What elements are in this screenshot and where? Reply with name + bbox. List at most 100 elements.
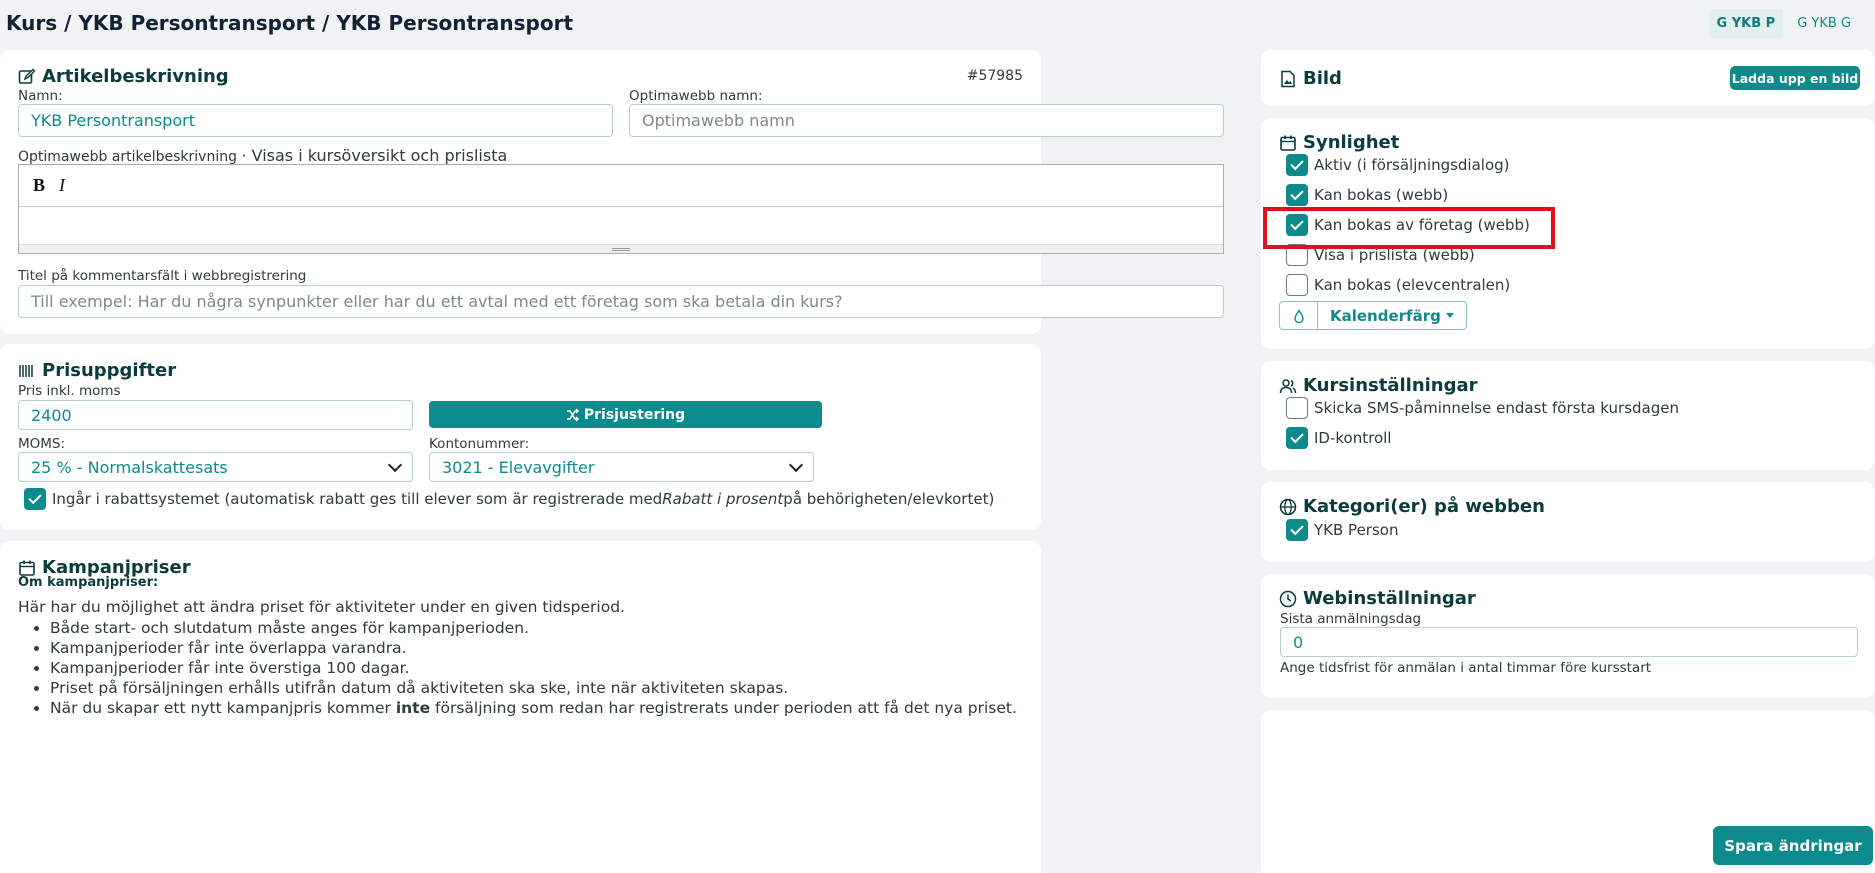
- article-heading: Artikelbeskrivning: [18, 66, 229, 87]
- article-card: Artikelbeskrivning #57985 Namn: YKB Pers…: [0, 50, 1224, 334]
- tab-g-ykb-g[interactable]: G YKB G: [1789, 9, 1859, 38]
- image-card: Bild Ladda upp en bild: [1261, 50, 1875, 106]
- breadcrumb-title: Kurs / YKB Persontransport / YKB Persont…: [6, 11, 574, 35]
- grip-icon: [612, 247, 630, 251]
- web-settings-title: Webinställningar: [1303, 588, 1476, 609]
- name-label: Namn:: [18, 88, 63, 104]
- clock-icon: [1279, 590, 1297, 607]
- id-check-row: ID-kontroll: [1286, 427, 1391, 449]
- campaign-subtitle: Om kampanjpriser:: [18, 575, 159, 590]
- discount-text-2: på behörigheten/elevkortet): [783, 490, 995, 508]
- chevron-down-icon: [387, 457, 403, 472]
- article-title: Artikelbeskrivning: [42, 66, 229, 87]
- list-item: Kampanjperioder får inte överstiga 100 d…: [50, 658, 1050, 678]
- price-card: Prisuppgifter Pris inkl. moms 2400 Prisj…: [0, 344, 1041, 530]
- list-item: När du skapar ett nytt kampanjpris komme…: [50, 698, 1050, 718]
- optima-name-label: Optimawebb namn:: [629, 88, 763, 104]
- top-bar: Kurs / YKB Persontransport / YKB Persont…: [0, 0, 1875, 46]
- price-input[interactable]: 2400: [18, 400, 413, 430]
- categories-card: Kategori(er) på webben YKB Person: [1261, 482, 1875, 562]
- deadline-label: Sista anmälningsdag: [1280, 611, 1422, 627]
- visibility-item-active: Aktiv (i försäljningsdialog): [1286, 154, 1510, 176]
- name-input[interactable]: YKB Persontransport: [18, 104, 613, 137]
- article-id: #57985: [966, 68, 1023, 84]
- student-center-checkbox[interactable]: [1286, 274, 1308, 296]
- droplet-icon[interactable]: [1280, 302, 1318, 329]
- editor-toolbar: B I: [19, 165, 1223, 207]
- active-checkbox[interactable]: [1286, 154, 1308, 176]
- users-icon: [1279, 378, 1297, 393]
- file-image-icon: [1281, 70, 1295, 87]
- visibility-title: Synlighet: [1303, 132, 1400, 153]
- bookable-web-checkbox[interactable]: [1286, 184, 1308, 206]
- comment-label: Titel på kommentarsfält i webbregistreri…: [18, 268, 307, 284]
- course-settings-heading: Kursinställningar: [1279, 375, 1478, 396]
- visibility-item-student-center: Kan bokas (elevcentralen): [1286, 274, 1510, 296]
- price-heading: Prisuppgifter: [18, 360, 176, 381]
- vat-select[interactable]: 25 % - Normalskattesats: [18, 452, 413, 482]
- campaign-rules-list: Både start- och slutdatum måste anges fö…: [50, 618, 1050, 718]
- barcode-icon: [19, 364, 33, 377]
- discount-text-italic: Rabatt i prosent: [662, 490, 784, 508]
- web-settings-heading: Webinställningar: [1279, 588, 1476, 609]
- list-item: Kampanjperioder får inte överlappa varan…: [50, 638, 1050, 658]
- price-adjust-label: Prisjustering: [583, 406, 686, 423]
- bold-button[interactable]: B: [33, 175, 45, 196]
- id-check-checkbox[interactable]: [1286, 427, 1308, 449]
- visibility-card: Synlighet Aktiv (i försäljningsdialog) K…: [1261, 118, 1875, 349]
- edit-icon: [18, 68, 36, 84]
- deadline-input[interactable]: 0: [1280, 627, 1858, 657]
- editor-resize-handle[interactable]: [19, 244, 1223, 253]
- save-changes-button[interactable]: Spara ändringar: [1713, 826, 1873, 865]
- discount-checkbox[interactable]: [24, 488, 46, 510]
- desc-hint: · Visas i kursöversikt och prislista: [241, 146, 508, 165]
- optima-name-input[interactable]: Optimawebb namn: [629, 104, 1224, 137]
- account-value: 3021 - Elevavgifter: [442, 457, 595, 477]
- id-check-label: ID-kontroll: [1314, 429, 1392, 447]
- editor-content[interactable]: [19, 207, 1223, 244]
- deadline-hint: Ange tidsfrist för anmälan i antal timma…: [1280, 660, 1652, 676]
- list-item: Priset på försäljningen erhålls utifrån …: [50, 678, 1050, 698]
- visibility-item-bookable-web: Kan bokas (webb): [1286, 184, 1448, 206]
- image-heading: Bild: [1279, 68, 1342, 89]
- sms-reminder-row: Skicka SMS-påminnelse endast första kurs…: [1286, 397, 1679, 419]
- categories-heading: Kategori(er) på webben: [1279, 496, 1545, 517]
- discount-text-1: Ingår i rabattsystemet (automatisk rabat…: [52, 490, 663, 508]
- globe-icon: [1279, 498, 1297, 515]
- sms-reminder-label: Skicka SMS-påminnelse endast första kurs…: [1314, 399, 1679, 417]
- top-tabs: G YKB P G YKB G: [1708, 8, 1859, 38]
- last-bullet-2: försäljning som redan har registrerats u…: [430, 699, 1017, 717]
- image-title: Bild: [1303, 68, 1342, 89]
- campaign-intro: Här har du möjlighet att ändra priset fö…: [18, 598, 625, 616]
- calendar-color-picker[interactable]: Kalenderfärg: [1279, 301, 1467, 330]
- rich-text-editor: B I: [18, 164, 1224, 254]
- category-ykb-person-checkbox[interactable]: [1286, 519, 1308, 541]
- price-adjust-button[interactable]: Prisjustering: [429, 401, 822, 428]
- discount-row: Ingår i rabattsystemet (automatisk rabat…: [24, 488, 994, 510]
- visibility-heading: Synlighet: [1279, 132, 1399, 153]
- calendar-color-label: Kalenderfärg: [1330, 306, 1441, 325]
- campaign-card: Kampanjpriser Om kampanjpriser: Här har …: [0, 541, 1041, 873]
- chevron-down-icon: [788, 457, 804, 472]
- vat-value: 25 % - Normalskattesats: [31, 457, 228, 477]
- list-item: Både start- och slutdatum måste anges fö…: [50, 618, 1050, 638]
- discount-text: Ingår i rabattsystemet (automatisk rabat…: [52, 490, 994, 508]
- course-settings-title: Kursinställningar: [1303, 375, 1478, 396]
- course-settings-card: Kursinställningar Skicka SMS-påminnelse …: [1261, 361, 1875, 470]
- calendar-color-dropdown[interactable]: Kalenderfärg: [1318, 302, 1466, 329]
- web-settings-card: Webinställningar Sista anmälningsdag 0 A…: [1261, 574, 1875, 698]
- sms-reminder-checkbox[interactable]: [1286, 397, 1308, 419]
- category-ykb-person-row: YKB Person: [1286, 519, 1398, 541]
- italic-button[interactable]: I: [59, 175, 65, 196]
- comment-title-input[interactable]: Till exempel: Har du några synpunkter el…: [18, 285, 1224, 318]
- upload-image-button[interactable]: Ladda upp en bild: [1730, 66, 1860, 90]
- price-label: Pris inkl. moms: [18, 383, 121, 399]
- price-title: Prisuppgifter: [42, 360, 177, 381]
- desc-label-row: Optimawebb artikelbeskrivning · Visas i …: [18, 146, 507, 165]
- tab-g-ykb-p[interactable]: G YKB P: [1708, 8, 1784, 38]
- caret-down-icon: [1445, 313, 1454, 318]
- account-select[interactable]: 3021 - Elevavgifter: [429, 452, 814, 482]
- account-label: Kontonummer:: [429, 436, 530, 452]
- visibility-label: Kan bokas (webb): [1314, 186, 1449, 204]
- last-bullet-1: När du skapar ett nytt kampanjpris komme…: [50, 699, 396, 717]
